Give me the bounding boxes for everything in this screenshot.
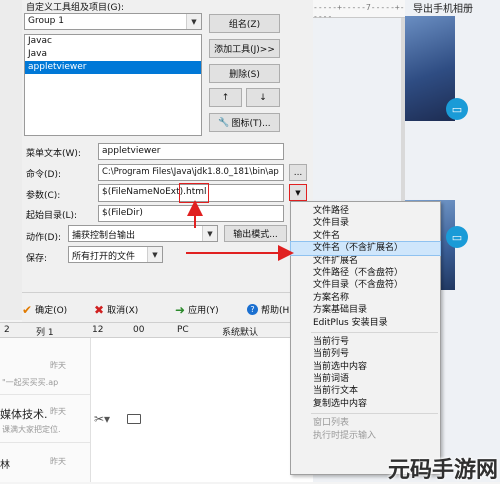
watermark: 元码手游网 xyxy=(388,458,499,483)
annotation-arrows xyxy=(186,200,294,261)
